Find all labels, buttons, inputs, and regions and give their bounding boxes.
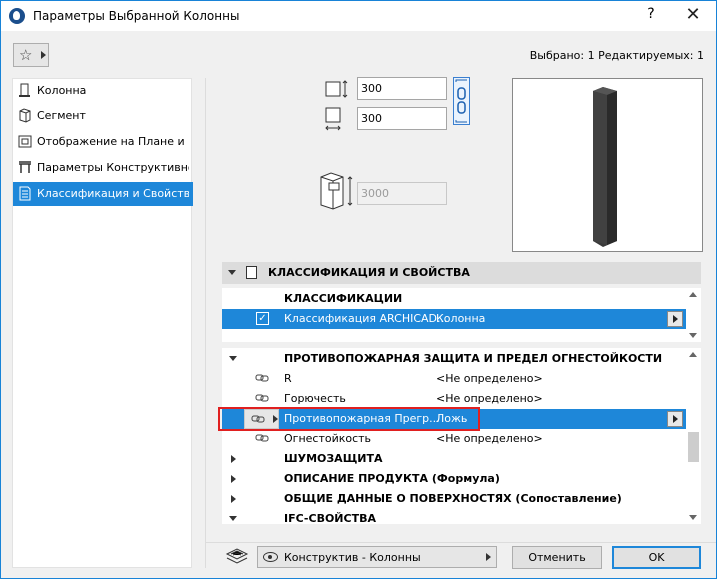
column-preview-image bbox=[593, 87, 617, 247]
document-icon bbox=[246, 266, 257, 279]
depth-dimension-icon bbox=[325, 107, 341, 131]
expand-triangle-icon bbox=[229, 516, 237, 521]
classification-icon bbox=[19, 186, 31, 201]
link-icon bbox=[255, 434, 269, 442]
floor-plan-icon bbox=[18, 135, 32, 148]
height-field: 3000 bbox=[357, 182, 447, 205]
sidebar-item-classification[interactable]: Классификация и Свойства bbox=[13, 182, 193, 206]
scroll-down-icon[interactable] bbox=[689, 333, 697, 338]
highlight-annotation bbox=[218, 407, 480, 431]
collapsed-group-row[interactable]: ШУМОЗАЩИТА bbox=[222, 449, 686, 469]
scroll-up-icon[interactable] bbox=[689, 352, 697, 357]
expand-triangle-icon bbox=[231, 475, 236, 483]
property-scrollbar[interactable] bbox=[686, 348, 701, 524]
sidebar-item-floor-plan[interactable]: Отображение на Плане и ... bbox=[13, 130, 193, 154]
property-value: Колонна bbox=[436, 312, 486, 325]
group-label: IFC-СВОЙСТВА bbox=[284, 512, 376, 524]
scroll-up-icon[interactable] bbox=[689, 292, 697, 297]
height-dimension-icon bbox=[320, 172, 353, 210]
classification-section-header[interactable]: КЛАССИФИКАЦИЯ И СВОЙСТВА bbox=[222, 262, 701, 284]
sidebar-item-label: Параметры Конструктивно... bbox=[37, 161, 189, 174]
property-value: <Не определено> bbox=[436, 392, 543, 405]
eye-icon bbox=[263, 552, 278, 562]
classification-group-row[interactable]: КЛАССИФИКАЦИИ bbox=[222, 289, 686, 309]
collapsed-group-row[interactable]: IFC-СВОЙСТВА bbox=[222, 509, 686, 524]
layer-dropdown[interactable]: Конструктив - Колонны bbox=[257, 546, 497, 568]
expand-triangle-icon bbox=[231, 495, 236, 503]
structural-icon bbox=[19, 161, 31, 173]
window-title: Параметры Выбранной Колонны bbox=[33, 9, 240, 23]
expand-triangle-icon bbox=[231, 455, 236, 463]
classification-row[interactable]: ✓ Классификация ARCHICAD... Колонна bbox=[222, 309, 686, 329]
sidebar-item-label: Отображение на Плане и ... bbox=[37, 135, 189, 148]
chevron-right-icon bbox=[486, 553, 491, 561]
width-dimension-icon bbox=[325, 80, 348, 98]
cancel-button[interactable]: Отменить bbox=[512, 546, 602, 569]
link-dimensions-button[interactable] bbox=[453, 77, 470, 125]
help-button[interactable]: ? bbox=[640, 6, 662, 26]
property-name: Огнестойкость bbox=[284, 432, 372, 445]
property-name: R bbox=[284, 372, 292, 385]
property-row[interactable]: Огнестойкость <Не определено> bbox=[222, 429, 686, 449]
property-value: <Не определено> bbox=[436, 372, 543, 385]
star-icon: ☆ bbox=[19, 46, 33, 64]
collapsed-group-row[interactable]: ОБЩИЕ ДАННЫЕ О ПОВЕРХНОСТЯХ (Сопоставлен… bbox=[222, 489, 686, 509]
property-name: Горючесть bbox=[284, 392, 346, 405]
title-bar: Параметры Выбранной Колонны ? ✕ bbox=[1, 1, 716, 31]
classification-list: КЛАССИФИКАЦИИ ✓ Классификация ARCHICAD..… bbox=[222, 288, 701, 342]
chevron-right-icon bbox=[41, 51, 46, 59]
chain-link-icon bbox=[455, 79, 467, 123]
layer-dropdown-label: Конструктив - Колонны bbox=[284, 551, 421, 564]
width-field[interactable]: 300 bbox=[357, 77, 447, 100]
sidebar-item-segment[interactable]: Сегмент bbox=[13, 104, 193, 128]
group-label: ОПИСАНИЕ ПРОДУКТА (Формула) bbox=[284, 472, 500, 485]
layer-icon bbox=[225, 548, 249, 564]
sidebar-item-label: Сегмент bbox=[37, 109, 86, 122]
checkbox-checked-icon[interactable]: ✓ bbox=[256, 312, 269, 325]
collapsed-group-row[interactable]: ОПИСАНИЕ ПРОДУКТА (Формула) bbox=[222, 469, 686, 489]
section-title: КЛАССИФИКАЦИЯ И СВОЙСТВА bbox=[268, 266, 470, 279]
settings-panel-list: Колонна Сегмент Отображение на Плане и .… bbox=[12, 78, 193, 568]
favorites-button[interactable]: ☆ bbox=[13, 43, 49, 67]
link-icon bbox=[255, 374, 269, 382]
property-value: <Не определено> bbox=[436, 432, 543, 445]
panel-divider bbox=[205, 78, 206, 568]
footer-divider bbox=[206, 542, 716, 543]
property-name: Классификация ARCHICAD... bbox=[284, 312, 448, 325]
classification-scrollbar[interactable] bbox=[686, 288, 701, 342]
row-menu-button[interactable] bbox=[667, 311, 683, 327]
column-icon bbox=[19, 83, 30, 97]
close-button[interactable]: ✕ bbox=[679, 4, 707, 28]
group-label: ШУМОЗАЩИТА bbox=[284, 452, 383, 465]
collapse-triangle-icon bbox=[228, 270, 236, 275]
depth-field[interactable]: 300 bbox=[357, 107, 447, 130]
segment-icon bbox=[19, 108, 31, 123]
column-3d-preview[interactable] bbox=[512, 78, 703, 252]
selection-count: Выбрано: 1 Редактируемых: 1 bbox=[529, 49, 704, 62]
group-label: КЛАССИФИКАЦИИ bbox=[284, 292, 403, 305]
row-menu-button[interactable] bbox=[667, 411, 683, 427]
scroll-thumb[interactable] bbox=[688, 432, 699, 462]
archicad-app-icon bbox=[9, 8, 25, 24]
property-row[interactable]: R <Не определено> bbox=[222, 369, 686, 389]
sidebar-item-label: Колонна bbox=[37, 84, 87, 97]
sidebar-item-label: Классификация и Свойства bbox=[37, 187, 189, 200]
sidebar-item-structural[interactable]: Параметры Конструктивно... bbox=[13, 156, 193, 180]
sidebar-item-column[interactable]: Колонна bbox=[13, 79, 193, 103]
property-row[interactable]: Горючесть <Не определено> bbox=[222, 389, 686, 409]
dialog-window: Параметры Выбранной Колонны ? ✕ ☆ Выбран… bbox=[0, 0, 717, 579]
link-icon bbox=[255, 394, 269, 402]
group-label: ПРОТИВОПОЖАРНАЯ ЗАЩИТА И ПРЕДЕЛ ОГНЕСТОЙ… bbox=[284, 352, 663, 365]
expand-triangle-icon bbox=[229, 356, 237, 361]
group-label: ОБЩИЕ ДАННЫЕ О ПОВЕРХНОСТЯХ (Сопоставлен… bbox=[284, 492, 622, 505]
property-list: ПРОТИВОПОЖАРНАЯ ЗАЩИТА И ПРЕДЕЛ ОГНЕСТОЙ… bbox=[222, 348, 701, 524]
ok-button[interactable]: OK bbox=[612, 546, 701, 569]
scroll-down-icon[interactable] bbox=[689, 515, 697, 520]
fire-protection-group-row[interactable]: ПРОТИВОПОЖАРНАЯ ЗАЩИТА И ПРЕДЕЛ ОГНЕСТОЙ… bbox=[222, 349, 686, 369]
